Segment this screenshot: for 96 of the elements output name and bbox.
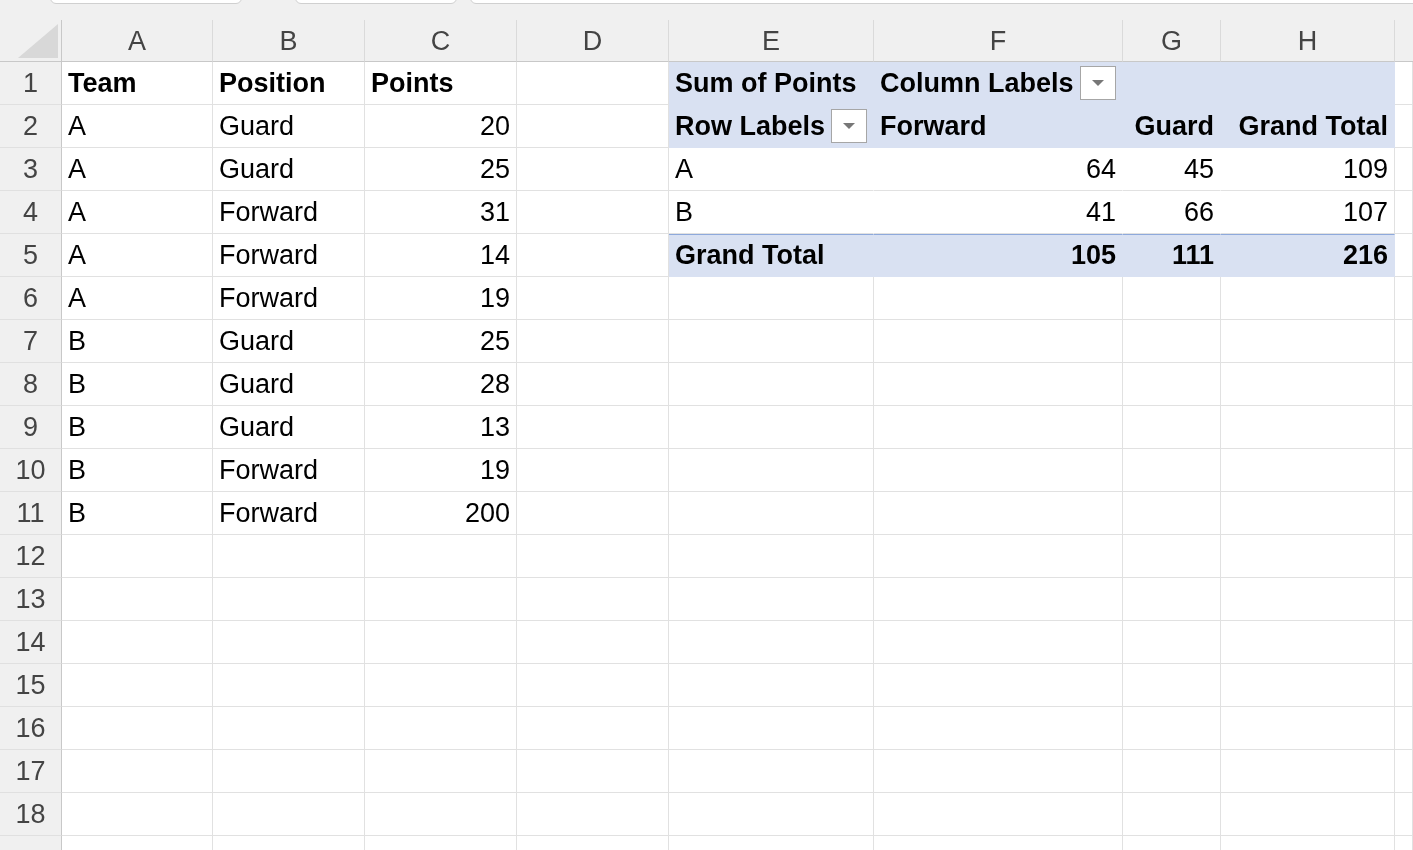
row-header[interactable]: 18 [0,793,62,836]
table-cell: 28 [365,363,517,406]
empty-cell [1395,277,1413,320]
table-cell: Forward [213,277,365,320]
table-cell: 13 [365,406,517,449]
filter-dropdown-button[interactable] [1079,66,1116,100]
pivot-row-labels: Row Labels [675,110,826,142]
caret-icon [1090,79,1105,87]
row-header[interactable]: 7 [0,320,62,363]
empty-cell [1395,707,1413,750]
table-cell: Guard [213,320,365,363]
pivot-grand-total-cell: 111 [1123,234,1221,277]
pivot-column-labels: Column Labels [880,67,1074,99]
table-cell: B [62,492,213,535]
pivot-grand-total-cell: 105 [874,234,1123,277]
pivot-column-item: Grand Total [1221,105,1395,148]
table-cell: Guard [213,148,365,191]
row-header[interactable]: 1 [0,62,62,105]
empty-cell [1395,492,1413,535]
pivot-grand-total-label: Grand Total [669,234,874,277]
table-cell: A [62,148,213,191]
column-header[interactable]: A [62,20,213,62]
table-cell: 31 [365,191,517,234]
empty-cell [1395,406,1413,449]
empty-cell [1395,449,1413,492]
empty-cell [1395,793,1413,836]
row-header[interactable]: 9 [0,406,62,449]
table-cell: Guard [213,363,365,406]
pivot-column-item: Guard [1123,105,1221,148]
table-cell: A [62,105,213,148]
table-cell: Forward [213,191,365,234]
pivot-value-field: Sum of Points [669,62,874,105]
row-header[interactable]: 11 [0,492,62,535]
table-cell: B [62,449,213,492]
column-header[interactable]: E [669,20,874,62]
empty-cell [1395,664,1413,707]
select-all-icon[interactable] [18,24,58,58]
table-cell: B [62,320,213,363]
empty-cell [1395,578,1413,621]
pivot-column-item: Forward [874,105,1123,148]
column-header[interactable]: D [517,20,669,62]
column-header[interactable]: F [874,20,1123,62]
empty-cell [1395,234,1413,277]
table-cell: Forward [213,449,365,492]
column-title: Team [62,62,213,105]
row-header[interactable]: 15 [0,664,62,707]
table-cell: Guard [213,105,365,148]
pivot-cell: 45 [1123,148,1221,191]
empty-cell [1395,191,1413,234]
table-cell: 200 [365,492,517,535]
row-header[interactable]: 6 [0,277,62,320]
empty-cell [1395,148,1413,191]
empty-cell [1395,363,1413,406]
empty-cell [1395,535,1413,578]
table-cell: 14 [365,234,517,277]
pivot-cell: 64 [874,148,1123,191]
pivot-grand-total-cell: 216 [1221,234,1395,277]
table-cell: 20 [365,105,517,148]
table-cell: Forward [213,492,365,535]
table-cell: B [62,363,213,406]
row-header[interactable]: 13 [0,578,62,621]
table-cell: A [62,234,213,277]
table-cell: Guard [213,406,365,449]
row-header[interactable]: 5 [0,234,62,277]
table-cell: B [62,406,213,449]
row-header[interactable]: 16 [0,707,62,750]
table-cell: A [62,277,213,320]
empty-cell [1395,320,1413,363]
row-header[interactable]: 12 [0,535,62,578]
caret-icon [842,122,856,130]
table-cell: A [62,191,213,234]
column-title: Position [213,62,365,105]
row-header[interactable]: 3 [0,148,62,191]
row-header[interactable]: 4 [0,191,62,234]
empty-cell [1395,750,1413,793]
column-header[interactable] [1395,20,1413,62]
empty-cell [1395,621,1413,664]
table-cell: 25 [365,320,517,363]
row-header[interactable]: 2 [0,105,62,148]
row-header[interactable]: 17 [0,750,62,793]
column-header[interactable]: G [1123,20,1221,62]
column-header[interactable]: C [365,20,517,62]
filter-dropdown-button[interactable] [831,109,867,143]
pivot-row-label: A [669,148,874,191]
empty-cell [1395,105,1413,148]
column-title: Points [365,62,517,105]
table-cell: Forward [213,234,365,277]
row-header[interactable]: 10 [0,449,62,492]
column-header[interactable]: B [213,20,365,62]
row-header[interactable]: 8 [0,363,62,406]
table-cell: 19 [365,449,517,492]
table-cell: 25 [365,148,517,191]
row-header[interactable]: 14 [0,621,62,664]
column-header[interactable]: H [1221,20,1395,62]
pivot-cell: 109 [1221,148,1395,191]
table-cell: 19 [365,277,517,320]
